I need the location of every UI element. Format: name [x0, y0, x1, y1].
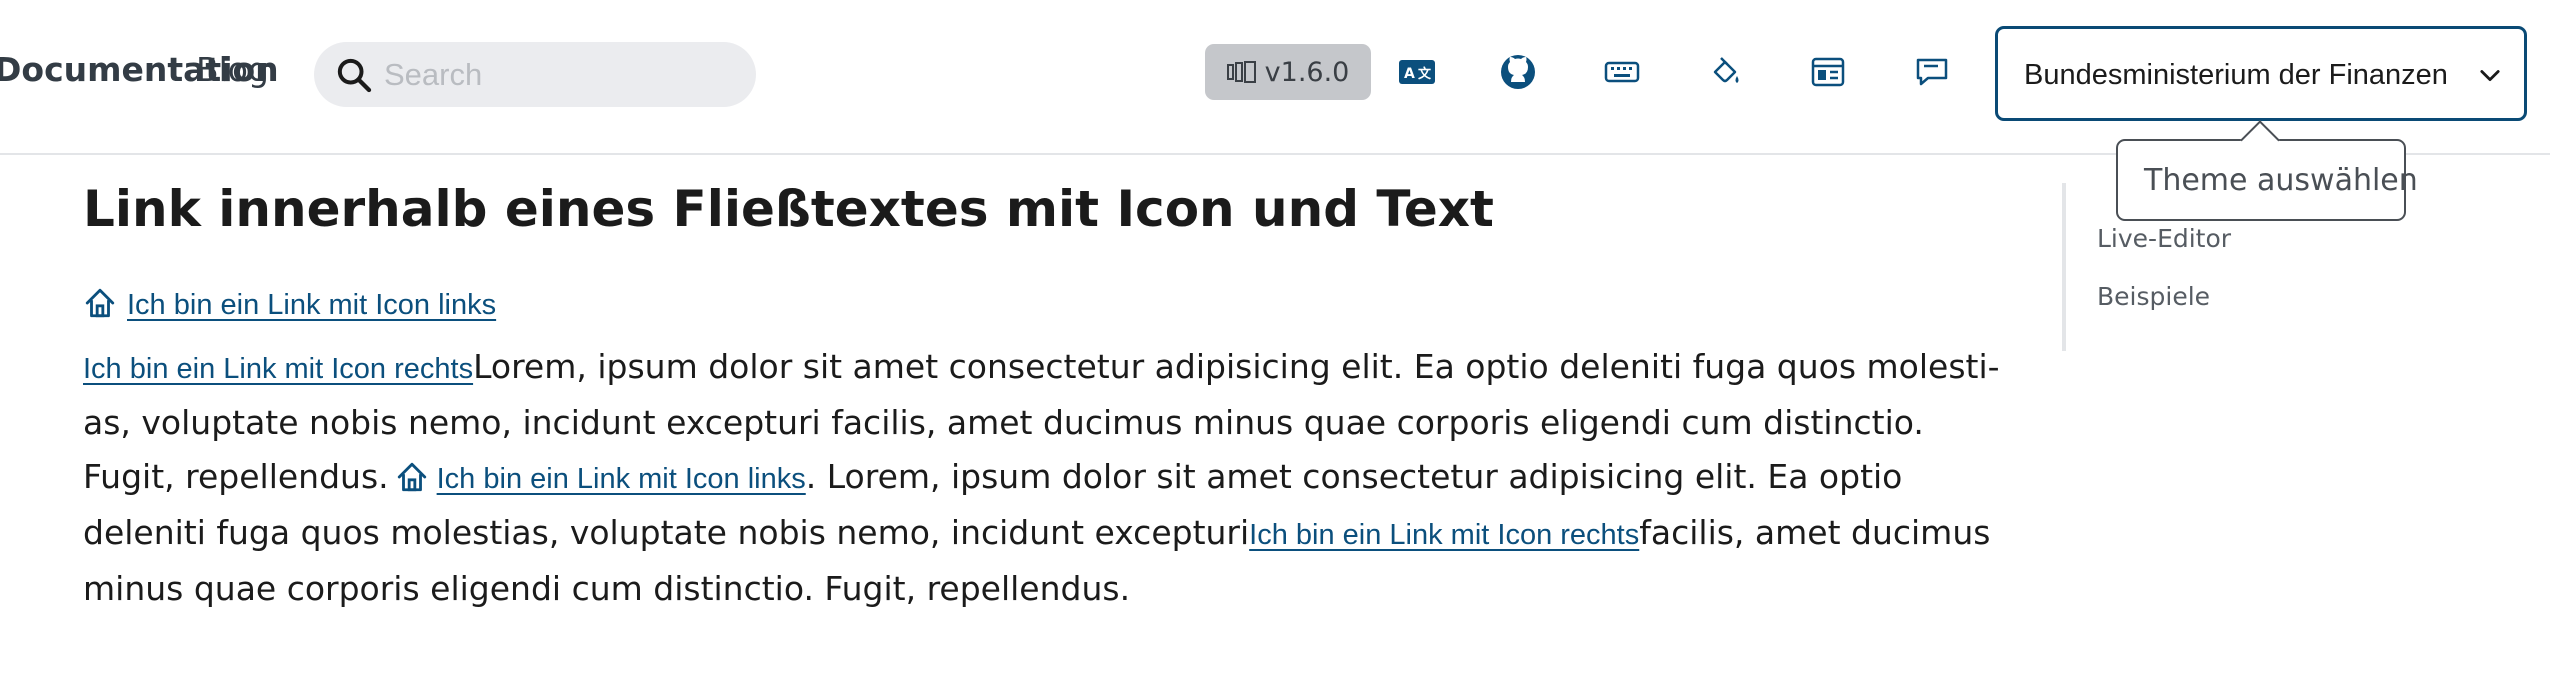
inline-link-icon-left[interactable]: Ich bin ein Link mit Icon links [437, 463, 806, 495]
home-icon [397, 462, 426, 492]
icon-link-line: Ich bin ein Link mit Icon links [83, 286, 496, 322]
chevron-down-icon [2480, 70, 2500, 82]
keyboard-icon [1604, 61, 1640, 83]
tooltip-text: Theme auswählen [2144, 163, 2418, 198]
link-icon-right[interactable]: Ich bin ein Link mit Icon rechts [83, 353, 473, 385]
translate-icon: A 文 [1399, 60, 1435, 84]
body-paragraph: Ich bin ein Link mit Icon rechtsLorem, i… [83, 340, 2013, 616]
link-icon-left[interactable]: Ich bin ein Link mit Icon links [127, 289, 496, 321]
version-badge[interactable]: v1.6.0 [1205, 44, 1371, 100]
paint-bucket-icon [1713, 57, 1739, 83]
search-icon [337, 58, 372, 93]
layout-icon [1811, 57, 1845, 87]
top-navbar: Documentation Blog v1.6.0 A 文 [0, 0, 2550, 155]
versions-icon [1226, 61, 1256, 83]
inline-link-icon-right[interactable]: Ich bin ein Link mit Icon rechts [1249, 519, 1639, 551]
home-icon [85, 288, 115, 318]
page-title: Link innerhalb eines Fließtextes mit Ico… [83, 180, 1494, 238]
github-icon [1501, 55, 1535, 89]
theme-tooltip: Theme auswählen [2116, 139, 2418, 221]
keyboard-button[interactable] [1600, 50, 1644, 94]
svg-text:文: 文 [1418, 66, 1432, 82]
toc-item-live-editor[interactable]: Live-Editor [2097, 224, 2231, 253]
nav-link-blog[interactable]: Blog [196, 50, 269, 89]
theme-color-button[interactable] [1703, 50, 1747, 94]
feedback-icon [1916, 58, 1948, 86]
version-label: v1.6.0 [1264, 56, 1350, 88]
feedback-button[interactable] [1910, 50, 1954, 94]
toc-item-beispiele[interactable]: Beispiele [2097, 282, 2210, 311]
search-box[interactable] [314, 42, 756, 107]
theme-select-value: Bundesministerium der Finanzen [2024, 59, 2448, 91]
theme-select[interactable]: Bundesministerium der Finanzen [1995, 26, 2527, 121]
github-button[interactable] [1496, 50, 1540, 94]
layout-button[interactable] [1806, 50, 1850, 94]
toc-divider [2062, 183, 2066, 351]
search-input[interactable] [384, 52, 734, 98]
language-button[interactable]: A 文 [1395, 50, 1439, 94]
svg-text:A: A [1404, 66, 1415, 82]
